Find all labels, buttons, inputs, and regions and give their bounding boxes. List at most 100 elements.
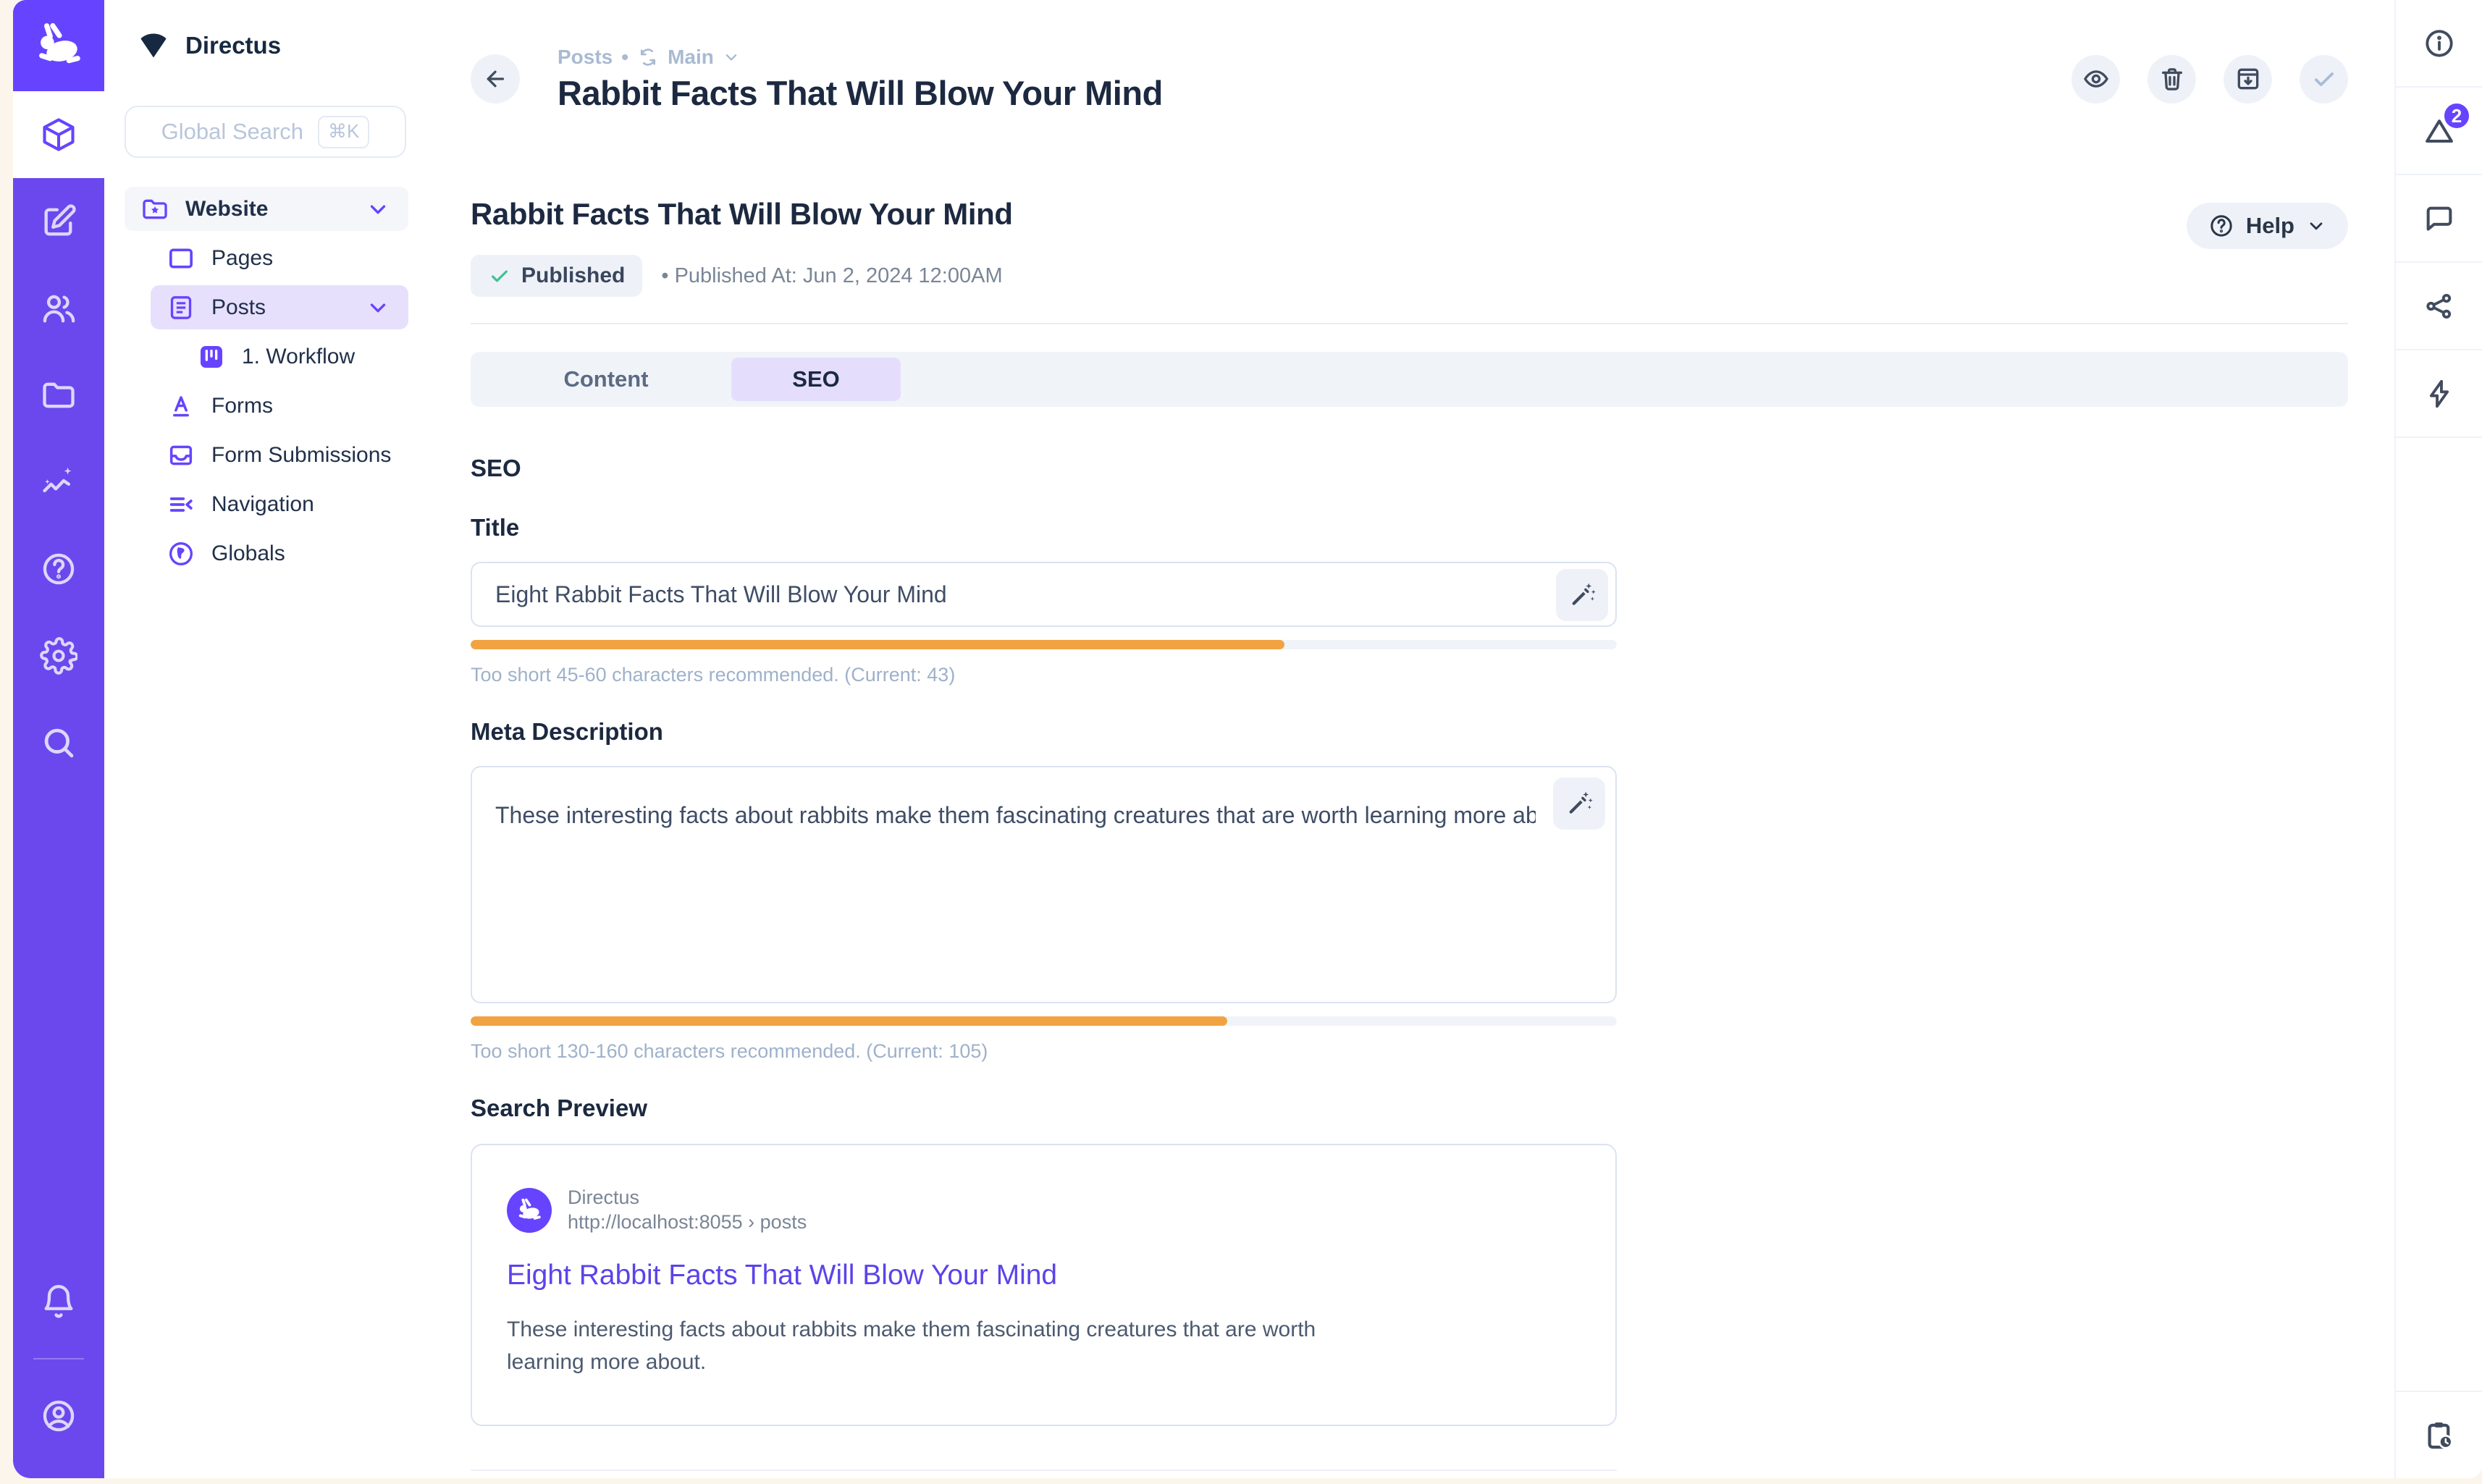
notifications-button[interactable] bbox=[13, 1258, 104, 1345]
comment-icon bbox=[2423, 202, 2456, 235]
caret-down-icon[interactable] bbox=[723, 49, 740, 66]
divider bbox=[471, 323, 2348, 324]
meta-description-value: These interesting facts about rabbits ma… bbox=[495, 802, 1536, 829]
module-search[interactable] bbox=[13, 699, 104, 786]
chevron-down-icon[interactable] bbox=[363, 295, 392, 320]
tab-seo[interactable]: SEO bbox=[731, 358, 901, 401]
status-badge: Published bbox=[471, 255, 642, 297]
right-sidebar: 2 bbox=[2394, 0, 2482, 1478]
archive-icon bbox=[2234, 65, 2262, 93]
window-icon bbox=[167, 244, 195, 273]
title-field-label: Title bbox=[471, 514, 1617, 541]
preview-site-name: Directus bbox=[568, 1186, 807, 1210]
sidebar-item-label: Website bbox=[185, 197, 268, 222]
check-icon bbox=[2310, 65, 2338, 93]
validation-panel-button[interactable]: 2 bbox=[2396, 88, 2482, 175]
app-shell: Directus Global Search ⌘K Website Pages … bbox=[13, 0, 2482, 1478]
arrow-left-icon bbox=[482, 66, 508, 92]
status-label: Published bbox=[521, 264, 625, 288]
published-at-text: • Published At: Jun 2, 2024 12:00AM bbox=[661, 264, 1002, 288]
info-panel-button[interactable] bbox=[2396, 0, 2482, 88]
sidebar-item-pages[interactable]: Pages bbox=[151, 236, 408, 280]
preview-button[interactable] bbox=[2071, 55, 2120, 104]
project-name: Directus bbox=[185, 32, 281, 59]
seo-section-heading: SEO bbox=[471, 455, 2348, 482]
navigation-icon bbox=[167, 490, 195, 519]
nav-sidebar: Directus Global Search ⌘K Website Pages … bbox=[104, 0, 424, 1478]
search-shortcut-badge: ⌘K bbox=[318, 116, 369, 148]
notification-count-badge: 2 bbox=[2441, 101, 2472, 131]
back-button[interactable] bbox=[471, 54, 520, 104]
sidebar-item-workflow[interactable]: 1. Workflow bbox=[181, 334, 408, 379]
sidebar-item-website[interactable]: Website bbox=[125, 187, 408, 231]
generate-title-button[interactable] bbox=[1556, 569, 1608, 621]
files-module-icon bbox=[40, 376, 77, 414]
seo-title-input[interactable]: Eight Rabbit Facts That Will Blow Your M… bbox=[471, 562, 1617, 627]
flows-panel-button[interactable] bbox=[2396, 350, 2482, 438]
save-button[interactable] bbox=[2300, 55, 2348, 104]
users-module-icon bbox=[40, 290, 77, 327]
sidebar-item-navigation[interactable]: Navigation bbox=[151, 482, 408, 526]
inbox-icon bbox=[167, 441, 195, 470]
revisions-panel-button[interactable] bbox=[2396, 1391, 2482, 1478]
user-menu-button[interactable] bbox=[13, 1373, 104, 1459]
generate-description-button[interactable] bbox=[1553, 777, 1605, 830]
sidebar-item-label: Form Submissions bbox=[211, 443, 391, 468]
edit-module-icon bbox=[40, 203, 77, 240]
tab-content[interactable]: Content bbox=[521, 358, 691, 401]
shares-panel-button[interactable] bbox=[2396, 263, 2482, 350]
description-length-hint: Too short 130-160 characters recommended… bbox=[471, 1040, 1617, 1063]
archive-button[interactable] bbox=[2224, 55, 2272, 104]
clipboard-clock-icon bbox=[2423, 1419, 2456, 1452]
sidebar-item-label: Navigation bbox=[211, 492, 314, 517]
search-preview-card: Directus http://localhost:8055 › posts E… bbox=[471, 1144, 1617, 1426]
comments-panel-button[interactable] bbox=[2396, 175, 2482, 263]
module-files[interactable] bbox=[13, 352, 104, 439]
delete-button[interactable] bbox=[2147, 55, 2196, 104]
description-length-progress bbox=[471, 1016, 1617, 1026]
trash-icon bbox=[2158, 65, 2186, 93]
globe-icon bbox=[167, 539, 195, 568]
magic-wand-icon bbox=[1567, 580, 1597, 610]
tab-bar: Content SEO bbox=[471, 352, 2348, 407]
description-length-progress-fill bbox=[471, 1016, 1227, 1026]
module-insights[interactable] bbox=[13, 439, 104, 526]
module-content[interactable] bbox=[13, 91, 104, 178]
title-length-progress-fill bbox=[471, 640, 1284, 649]
search-module-icon bbox=[40, 724, 77, 762]
module-editor[interactable] bbox=[13, 178, 104, 265]
sidebar-item-posts[interactable]: Posts bbox=[151, 285, 408, 329]
directus-rabbit-icon bbox=[33, 20, 85, 72]
sidebar-item-form-submissions[interactable]: Form Submissions bbox=[151, 433, 408, 477]
item-title: Rabbit Facts That Will Blow Your Mind bbox=[471, 197, 2187, 232]
project-header[interactable]: Directus bbox=[104, 0, 424, 91]
help-module-icon bbox=[40, 550, 77, 588]
sidebar-item-forms[interactable]: Forms bbox=[151, 384, 408, 428]
help-button[interactable]: Help bbox=[2187, 203, 2348, 249]
breadcrumb-version[interactable]: Main bbox=[668, 46, 714, 69]
breadcrumb-separator: • bbox=[621, 46, 628, 69]
sidebar-item-label: Posts bbox=[211, 295, 266, 320]
sidebar-item-label: Forms bbox=[211, 394, 273, 418]
eye-icon bbox=[2082, 65, 2110, 93]
sidebar-item-globals[interactable]: Globals bbox=[151, 531, 408, 576]
chevron-down-icon[interactable] bbox=[363, 197, 392, 222]
module-users[interactable] bbox=[13, 265, 104, 352]
preview-result-title[interactable]: Eight Rabbit Facts That Will Blow Your M… bbox=[507, 1260, 1581, 1291]
folder-star-icon bbox=[140, 195, 169, 224]
module-help[interactable] bbox=[13, 526, 104, 612]
meta-description-input[interactable]: These interesting facts about rabbits ma… bbox=[471, 766, 1617, 1003]
kanban-icon bbox=[197, 342, 226, 371]
directus-logo[interactable] bbox=[13, 0, 104, 91]
breadcrumb[interactable]: Posts • Main bbox=[558, 46, 2071, 69]
form-icon bbox=[167, 392, 195, 421]
breadcrumb-collection[interactable]: Posts bbox=[558, 46, 613, 69]
directus-rabbit-icon bbox=[516, 1197, 543, 1224]
module-settings[interactable] bbox=[13, 612, 104, 699]
bell-icon bbox=[40, 1283, 77, 1320]
published-check-icon bbox=[488, 264, 511, 287]
chevron-down-icon bbox=[2306, 216, 2326, 236]
info-icon bbox=[2423, 27, 2456, 60]
global-search-input[interactable]: Global Search ⌘K bbox=[125, 106, 406, 158]
collection-nav: Website Pages Posts 1. Workflow Forms bbox=[104, 177, 424, 576]
